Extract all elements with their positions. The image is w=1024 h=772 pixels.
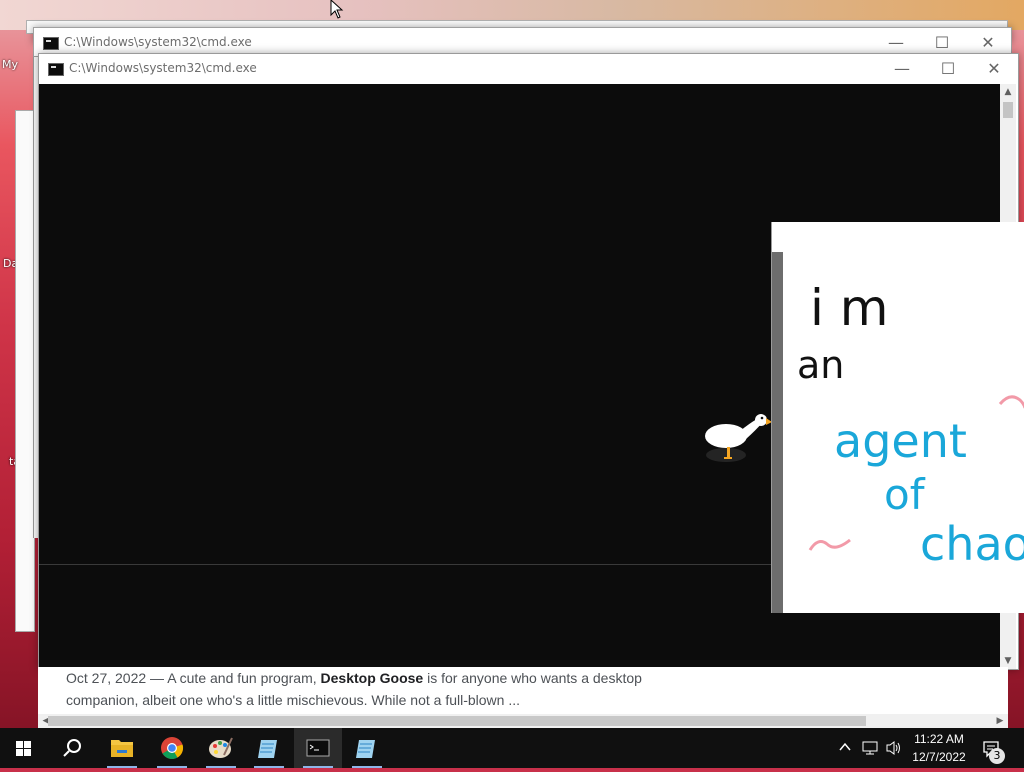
taskbar: 11:22 AM 12/7/2022 3 [0,728,1024,768]
vertical-scroll-thumb[interactable] [1003,102,1013,118]
console-divider [39,564,772,565]
pink-squiggle-left [808,538,851,551]
cmd-icon [306,739,330,757]
taskbar-notepad-2[interactable] [343,728,391,768]
cmd-icon [48,63,64,76]
clock-date[interactable]: 12/7/2022 [908,750,970,764]
result-text-before: A cute and fun program, [167,670,321,686]
notepad-icon [258,740,277,758]
result-separator: — [146,670,168,686]
notepad-drawing: i m an agent of chao [797,279,1024,571]
notification-badge: 3 [989,748,1005,764]
close-icon[interactable]: ✕ [971,54,1017,84]
minimize-icon[interactable]: — [879,54,925,84]
partially-hidden-window[interactable] [15,110,35,632]
show-hidden-icons-chevron-icon[interactable] [838,740,852,757]
windows-logo-icon [16,741,31,756]
pink-squiggle-right [998,395,1024,409]
maximize-icon[interactable]: ☐ [925,54,971,84]
search-button[interactable] [48,728,96,768]
volume-icon[interactable] [885,740,903,760]
scroll-right-arrow-icon[interactable]: ▶ [992,713,1008,729]
desktop-icon-label-1[interactable]: My [2,58,18,71]
note-line-2: an [797,343,844,387]
notepad-icon [356,740,375,758]
network-icon[interactable] [862,740,880,760]
taskbar-notepad[interactable] [245,728,293,768]
cmd-front-titlebar[interactable]: C:\Windows\system32\cmd.exe — ☐ ✕ [39,54,1018,84]
clock-time[interactable]: 11:22 AM [908,732,970,746]
result-bold-term: Desktop Goose [320,670,424,686]
search-icon [63,739,81,757]
desktop-goose-icon[interactable] [700,405,775,467]
folder-icon [111,740,133,757]
cmd-icon [43,37,59,50]
note-line-3: agent [834,414,967,468]
cmd-front-title: C:\Windows\system32\cmd.exe [69,61,257,75]
horizontal-scrollbar[interactable]: ◀ ▶ [38,714,1008,728]
search-result-snippet: Oct 27, 2022 — A cute and fun program, D… [38,667,1008,715]
note-line-4: of [884,470,926,519]
cmd-back-title-text: C:\Windows\system32\cmd.exe [64,35,252,49]
note-line-1: i m [810,279,889,337]
goose-notepad-window[interactable]: i m an agent of chao [771,222,1024,613]
mouse-cursor-icon [330,0,344,19]
horizontal-scroll-thumb[interactable] [48,716,866,726]
scroll-up-arrow-icon[interactable]: ▲ [1000,84,1016,100]
result-date: Oct 27, 2022 [66,670,147,686]
paint-palette-icon [209,737,233,758]
taskbar-paint[interactable] [197,728,245,768]
taskbar-chrome[interactable] [148,728,196,768]
taskbar-file-explorer[interactable] [98,728,146,768]
start-button[interactable] [0,728,48,768]
search-result-text: Oct 27, 2022 — A cute and fun program, D… [66,667,666,711]
chrome-icon [161,737,184,759]
note-line-5: chao [920,517,1024,571]
taskbar-cmd[interactable] [294,728,342,768]
